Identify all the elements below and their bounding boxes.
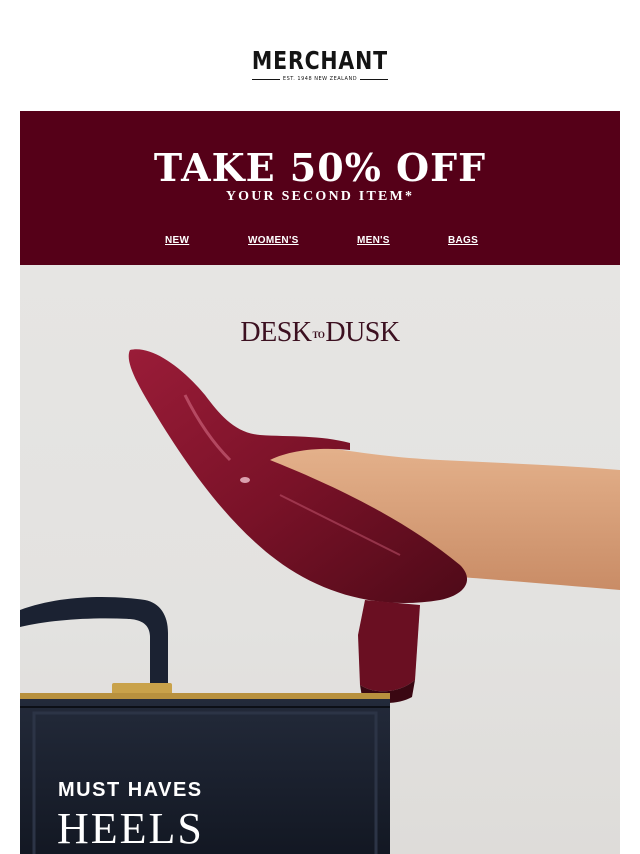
nav-link-new[interactable]: NEW (165, 235, 189, 246)
collection-title-left: DESK (240, 317, 312, 348)
promo-headline: TAKE 50% OFF (153, 145, 487, 190)
shoe-heel (358, 600, 420, 692)
nav-link-womens[interactable]: WOMEN'S (248, 235, 299, 246)
logo-tagline-row: EST. 1948 NEW ZEALAND (0, 76, 640, 82)
tagline-rule-right (360, 78, 389, 80)
hero-illustration (20, 349, 620, 854)
hero-eyebrow: MUST HAVES (58, 779, 203, 801)
promo-nav: NEW WOMEN'S MEN'S BAGS (20, 235, 620, 249)
tagline-rule-left (251, 78, 280, 80)
collection-title-right: DUSK (325, 317, 400, 348)
collection-title: DESKTODUSK (20, 317, 620, 349)
promo-subheadline: YOUR SECOND ITEM* (225, 189, 415, 204)
hero-title: HEELS (57, 804, 204, 853)
shoe-highlight (240, 477, 250, 483)
brand-logo[interactable]: MERCHANT EST. 1948 NEW ZEALAND (0, 46, 640, 82)
promo-banner[interactable]: TAKE 50% OFF YOUR SECOND ITEM* NEW WOMEN… (20, 111, 620, 265)
logo-tagline: EST. 1948 NEW ZEALAND (282, 76, 358, 82)
briefcase-trim (20, 693, 390, 699)
email-page: MERCHANT EST. 1948 NEW ZEALAND TAKE 50% … (0, 0, 640, 854)
nav-link-mens[interactable]: MEN'S (357, 235, 390, 246)
briefcase-handle (20, 597, 168, 693)
nav-link-bags[interactable]: BAGS (448, 235, 478, 246)
logo-wordmark: MERCHANT (252, 46, 388, 75)
collection-title-connector: TO (312, 329, 325, 340)
hero-image[interactable]: DESKTODUSK MUST HAVES HEELS (20, 265, 620, 854)
